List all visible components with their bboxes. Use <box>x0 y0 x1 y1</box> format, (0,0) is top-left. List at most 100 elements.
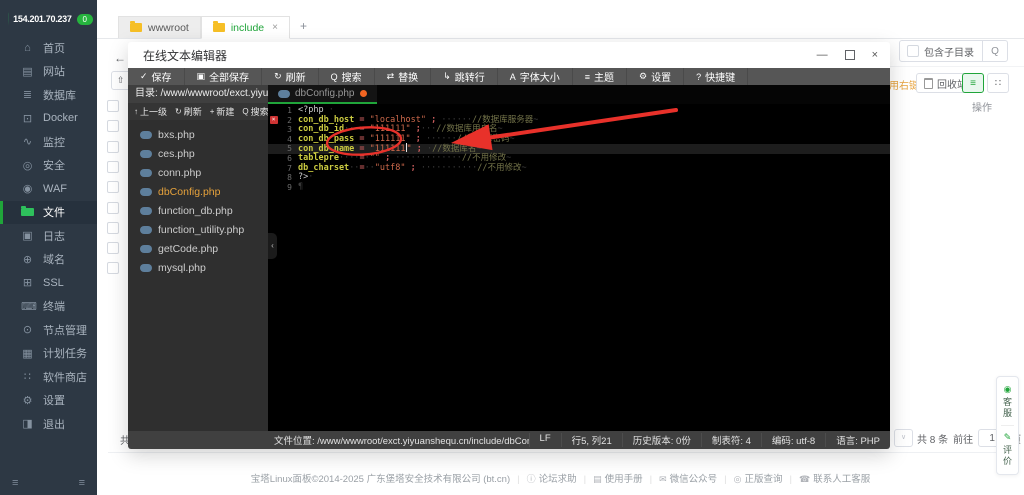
row-checkbox[interactable] <box>107 120 119 133</box>
sidebar-item-node-manage[interactable]: ⊙ 节点管理 <box>0 318 97 342</box>
unsaved-dot-icon[interactable] <box>359 90 367 97</box>
file-name: bxs.php <box>158 128 195 141</box>
editor-tab-dbconfig[interactable]: dbConfig.php <box>268 85 377 104</box>
license-check-icon: ◎ <box>733 474 742 484</box>
footer-link-label: 联系人工客服 <box>813 474 871 485</box>
search-icon[interactable]: Q <box>982 41 1007 61</box>
sidebar-item-terminal[interactable]: ⌨ 终端 <box>0 295 97 319</box>
row-checkbox[interactable] <box>107 221 119 234</box>
grid-view-icon[interactable]: ∷ <box>987 73 1009 93</box>
file-item[interactable]: ces.php <box>128 144 268 163</box>
sidebar-item-appstore[interactable]: ∷ 软件商店 <box>0 365 97 389</box>
sidebar-item-docker[interactable]: ⊡ Docker <box>0 107 97 131</box>
sidebar-item-security[interactable]: ◎ 安全 <box>0 154 97 178</box>
row-checkbox[interactable] <box>107 100 119 112</box>
save-button[interactable]: ✓ 保存 <box>128 68 185 85</box>
code-line[interactable]: 7 db_charset··=··"utf8" ; ···········//不用… <box>268 162 890 174</box>
back-button[interactable]: ← <box>114 51 126 65</box>
include-subdir-label[interactable]: 包含子目录 <box>924 44 982 59</box>
php-file-icon <box>140 206 152 215</box>
code-token: ~ <box>521 162 527 173</box>
footer-link-manual[interactable]: ▤ 使用手册 <box>593 474 643 485</box>
row-checkbox[interactable] <box>107 242 119 255</box>
maximize-icon[interactable] <box>844 50 855 60</box>
status-eol: LF <box>528 433 561 447</box>
sidebar-item-settings[interactable]: ⚙ 设置 <box>0 389 97 413</box>
file-item[interactable]: function_db.php <box>128 201 268 220</box>
row-checkbox[interactable] <box>107 262 119 275</box>
tree-refresh-button[interactable]: ↻ 刷新 <box>175 105 202 118</box>
include-subdir-checkbox[interactable] <box>907 45 919 57</box>
node-manage-icon: ⊙ <box>22 324 33 337</box>
footer-link-forum-help[interactable]: ⓘ 论坛求助 <box>527 474 577 485</box>
minimize-icon[interactable]: — <box>817 49 828 61</box>
search-button[interactable]: Q 搜索 <box>319 68 375 85</box>
sidebar-item-label: 软件商店 <box>43 371 87 384</box>
sidebar-item-waf[interactable]: ◉ WAF <box>0 177 97 201</box>
php-file-icon <box>278 89 290 98</box>
replace-button[interactable]: ⇄ 替换 <box>375 68 432 85</box>
float-button-label: 客服 <box>1002 397 1012 419</box>
file-item[interactable]: mysql.php <box>128 258 268 277</box>
code-editor[interactable]: 1 <?php · × 2 con_db_host = "localhost" ; ··… <box>268 104 890 431</box>
file-item[interactable]: bxs.php <box>128 125 268 144</box>
footer-link-contact-support[interactable]: ☎ 联系人工客服 <box>799 474 870 485</box>
refresh-button[interactable]: ↻ 刷新 <box>262 68 319 85</box>
editor-tab-filename: dbConfig.php <box>295 88 355 99</box>
close-tab-icon[interactable]: × <box>272 22 278 33</box>
sidebar-item-site[interactable]: ▤ 网站 <box>0 60 97 84</box>
theme-button[interactable]: ≡ 主题 <box>573 68 627 85</box>
sidebar-item-ssl[interactable]: ⊞ SSL <box>0 271 97 295</box>
collapse-menu-icon[interactable]: ≡ <box>12 477 18 489</box>
page-size-select[interactable]: ∨ <box>894 429 913 447</box>
sidebar-item-label: 终端 <box>43 301 65 314</box>
row-checkbox[interactable] <box>107 160 119 173</box>
footer-link-wechat[interactable]: ✉ 微信公众号 <box>659 474 717 485</box>
footer-link-license-check[interactable]: ◎ 正版查询 <box>734 474 783 485</box>
sidebar-item-cron[interactable]: ▦ 计划任务 <box>0 342 97 366</box>
row-checkbox[interactable] <box>107 201 119 214</box>
tab-wwwroot[interactable]: wwwroot <box>118 16 201 38</box>
line-number: 3 <box>287 125 292 135</box>
goto-line-button[interactable]: ↳ 跳转行 <box>431 68 498 85</box>
save-all-button[interactable]: ▣ 全部保存 <box>185 68 263 85</box>
sidebar-item-files[interactable]: 文件 <box>0 200 97 224</box>
editor-settings-button[interactable]: ⚙ 设置 <box>627 68 685 85</box>
add-tab-button[interactable]: + <box>300 19 307 33</box>
code-token: "" <box>369 152 380 163</box>
sidebar-item-label: 安全 <box>43 160 65 173</box>
row-checkbox[interactable] <box>107 181 119 194</box>
file-item[interactable]: conn.php <box>128 163 268 182</box>
file-tree: bxs.php ces.php conn.php dbConfig.php functi… <box>128 120 268 431</box>
sidebar-item-logout[interactable]: ◨ 退出 <box>0 412 97 436</box>
row-checkbox[interactable] <box>107 140 119 153</box>
sidebar-item-logs[interactable]: ▣ 日志 <box>0 224 97 248</box>
sidebar-item-domain[interactable]: ⊕ 域名 <box>0 248 97 272</box>
file-item[interactable]: function_utility.php <box>128 220 268 239</box>
code-line[interactable]: 9 ¶ <box>268 182 890 193</box>
collapse-tree-handle[interactable]: ‹ <box>268 233 277 259</box>
toolbar-button-label: 搜索 <box>341 73 362 84</box>
support-button[interactable]: ◉ 客服 <box>1001 382 1014 421</box>
sidebar-item-home[interactable]: ⌂ 首页 <box>0 36 97 60</box>
sidebar-item-monitor[interactable]: ∿ 监控 <box>0 130 97 154</box>
menu-icon[interactable]: ≡ <box>79 477 85 489</box>
close-icon[interactable]: × <box>872 49 878 61</box>
modal-title-bar[interactable]: 在线文本编辑器 — × <box>128 42 890 68</box>
list-view-icon[interactable]: ≡ <box>962 73 984 93</box>
sidebar-item-database[interactable]: ≣ 数据库 <box>0 83 97 107</box>
hotkeys-button[interactable]: ? 快捷键 <box>684 68 749 85</box>
font-size-button[interactable]: A 字体大小 <box>498 68 573 85</box>
new-file-button[interactable]: + 新建 <box>210 105 235 118</box>
file-item[interactable]: getCode.php <box>128 239 268 258</box>
server-info[interactable]: 154.201.70.237 0 <box>0 0 97 34</box>
code-line[interactable]: 8 ?>· <box>268 172 890 183</box>
tab-include[interactable]: include × <box>200 16 290 39</box>
tree-toolbar: ↑ 上一级 ↻ 刷新 + 新建 Q 搜索 <box>128 103 269 120</box>
theme-icon: ≡ <box>584 71 590 82</box>
file-item[interactable]: dbConfig.php <box>128 182 268 201</box>
tree-search-button[interactable]: Q 搜索 <box>242 105 268 118</box>
feedback-button[interactable]: ✎ 评价 <box>1001 430 1014 469</box>
parent-dir-button[interactable]: ↑ 上一级 <box>134 105 167 118</box>
alert-count-badge[interactable]: 0 <box>76 13 93 25</box>
